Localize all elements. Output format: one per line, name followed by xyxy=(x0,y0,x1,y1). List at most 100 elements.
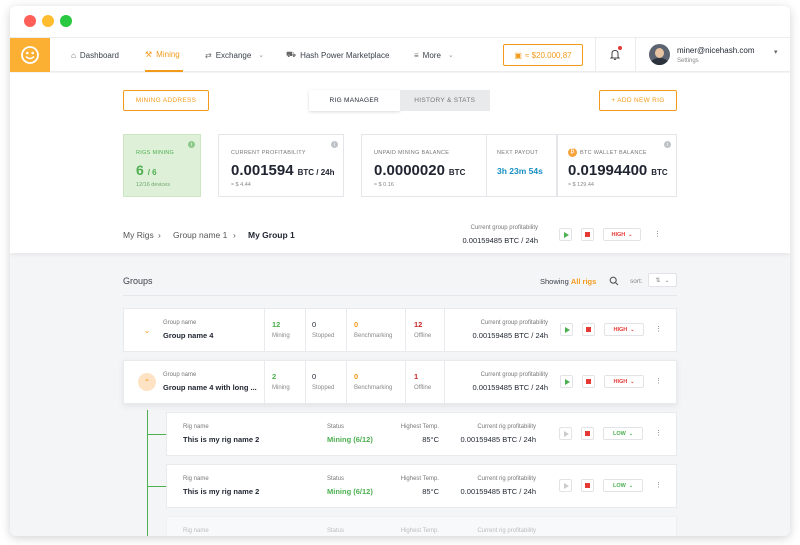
user-email[interactable]: miner@nicehash.com xyxy=(677,46,754,55)
user-settings-link[interactable]: Settings xyxy=(677,58,699,64)
rigs-mining-value: 6 / 6 xyxy=(136,162,157,178)
stopped-label: Stopped xyxy=(312,333,335,339)
breadcrumb-separator: › xyxy=(233,230,236,240)
balance-button[interactable]: ▣ ≈ $20.000,87 xyxy=(503,44,583,66)
group-profitability-label: Current group profitability xyxy=(470,225,538,231)
avatar[interactable] xyxy=(649,44,670,65)
rig-profitability: 0.00159485 BTC / 24h xyxy=(460,435,536,444)
stop-button[interactable] xyxy=(582,375,595,388)
more-options-button[interactable]: ⋮ xyxy=(652,375,665,388)
rig-temp-label: Highest Temp. xyxy=(400,424,439,430)
breadcrumb-group-name[interactable]: Group name 1 xyxy=(173,230,227,240)
tab-rig-manager[interactable]: RIG MANAGER xyxy=(309,90,400,111)
group-row[interactable]: ⌄ Group name Group name 4 12 Mining 0 St… xyxy=(123,308,677,352)
power-mode-select[interactable]: HIGH ⌄ xyxy=(604,323,644,336)
unpaid-label: UNPAID MINING BALANCE xyxy=(374,150,450,156)
rig-row[interactable]: Rig name This is my rig name 2 Status Mi… xyxy=(166,412,677,456)
balance-value: ≈ $20.000,87 xyxy=(524,50,572,60)
chevron-down-icon: ⌄ xyxy=(628,430,634,437)
start-button[interactable] xyxy=(560,375,573,388)
rig-temp-label: Highest Temp. xyxy=(400,476,439,482)
group-row[interactable]: ⌃ Group name Group name 4 with long ... … xyxy=(123,360,677,404)
notifications-button[interactable] xyxy=(608,46,622,61)
more-options-button[interactable]: ⋮ xyxy=(652,427,665,440)
more-icon: ≡ xyxy=(414,50,419,60)
more-options-button[interactable]: ⋮ xyxy=(652,323,665,336)
cart-icon: ⛟ xyxy=(286,50,297,59)
nav-mining[interactable]: ⚒ Mining xyxy=(145,38,183,72)
exchange-icon: ⇄ xyxy=(205,50,212,60)
collapse-chevron-icon[interactable]: ⌃ xyxy=(138,373,156,391)
play-icon xyxy=(564,378,570,385)
user-menu-chevron-icon[interactable]: ▾ xyxy=(774,48,778,56)
rig-name-label: Rig name xyxy=(183,424,209,430)
sort-select[interactable]: ⇅ ⌄ xyxy=(648,273,677,287)
start-button[interactable] xyxy=(559,427,572,440)
stop-icon xyxy=(585,483,590,488)
offline-label: Offline xyxy=(414,385,432,391)
wallet-usd: ≈ $ 129.44 xyxy=(568,182,594,188)
group-profitability-value: 0.00159485 BTC / 24h xyxy=(472,331,548,340)
power-mode-select[interactable]: LOW ⌄ xyxy=(603,427,643,440)
mining-address-button[interactable]: MINING ADDRESS xyxy=(123,90,209,111)
tab-history-stats[interactable]: HISTORY & STATS xyxy=(399,90,490,111)
nicehash-logo[interactable] xyxy=(10,38,50,72)
info-icon[interactable]: i xyxy=(188,141,195,148)
search-icon[interactable] xyxy=(609,276,619,286)
mining-count: 12 xyxy=(272,320,281,329)
nav-more[interactable]: ≡ More ⌄ xyxy=(414,38,454,72)
rig-temp: 85°C xyxy=(422,487,439,496)
groups-title: Groups xyxy=(123,276,153,286)
rig-temp-label: Highest Temp. xyxy=(400,528,439,534)
stop-icon xyxy=(585,431,590,436)
info-icon[interactable]: i xyxy=(331,141,338,148)
current-profitability-card: CURRENT PROFITABILITY i 0.001594 BTC / 24… xyxy=(218,134,344,197)
stop-icon xyxy=(585,232,590,237)
rig-profitability-label: Current rig profitability xyxy=(477,476,536,482)
more-options-button[interactable]: ⋮ xyxy=(652,479,665,492)
offline-label: Offline xyxy=(414,333,432,339)
showing-filter[interactable]: Showing All rigs xyxy=(540,277,596,286)
logo-face-icon xyxy=(21,46,39,64)
nav-dashboard[interactable]: ⌂ Dashboard xyxy=(71,38,119,72)
kebab-icon: ⋮ xyxy=(655,430,662,437)
stop-button[interactable] xyxy=(581,479,594,492)
rig-status-label: Status xyxy=(327,476,345,482)
breadcrumb-current: My Group 1 xyxy=(248,230,295,240)
more-options-button[interactable]: ⋮ xyxy=(651,228,664,241)
power-mode-select[interactable]: LOW ⌄ xyxy=(603,479,643,492)
wallet-label: ₿ BTC WALLET BALANCE xyxy=(568,148,647,157)
play-icon xyxy=(563,430,569,437)
nav-hash-power-marketplace[interactable]: ⛟ Hash Power Marketplace xyxy=(286,38,389,72)
minimize-window-button[interactable] xyxy=(42,15,54,27)
rig-name: This is my rig name 2 xyxy=(183,435,260,444)
rigs-mining-label: RIGS MINING xyxy=(136,150,175,156)
info-icon[interactable]: i xyxy=(664,141,671,148)
tree-connector xyxy=(147,410,148,536)
stop-button[interactable] xyxy=(581,427,594,440)
nav-dashboard-label: Dashboard xyxy=(79,50,119,60)
chevron-down-icon: ⌄ xyxy=(628,231,633,238)
nav-more-label: More xyxy=(422,50,441,60)
benchmarking-count: 0 xyxy=(354,372,359,381)
power-mode-select[interactable]: HIGH ⌄ xyxy=(603,228,641,241)
power-mode-select[interactable]: HIGH ⌄ xyxy=(604,375,644,388)
stop-button[interactable] xyxy=(582,323,595,336)
rig-profitability-label: Current rig profitability xyxy=(477,528,536,534)
rig-name-label: Rig name xyxy=(183,476,209,482)
stop-button[interactable] xyxy=(581,228,594,241)
start-button[interactable] xyxy=(559,228,572,241)
breadcrumb-my-rigs[interactable]: My Rigs xyxy=(123,230,154,240)
rig-row[interactable]: Rig name This is my rig name 2 Status Mi… xyxy=(166,464,677,508)
maximize-window-button[interactable] xyxy=(60,15,72,27)
start-button[interactable] xyxy=(559,479,572,492)
rig-row[interactable]: Rig name Status Highest Temp. Current ri… xyxy=(166,516,677,536)
profitability-usd: ≈ $ 4.44 xyxy=(231,182,251,188)
expand-chevron-icon[interactable]: ⌄ xyxy=(138,321,156,339)
nav-exchange[interactable]: ⇄ Exchange ⌄ xyxy=(205,38,264,72)
kebab-icon: ⋮ xyxy=(655,482,662,489)
start-button[interactable] xyxy=(560,323,573,336)
add-new-rig-button[interactable]: + ADD NEW RIG xyxy=(599,90,677,111)
kebab-icon: ⋮ xyxy=(655,326,662,333)
close-window-button[interactable] xyxy=(24,15,36,27)
